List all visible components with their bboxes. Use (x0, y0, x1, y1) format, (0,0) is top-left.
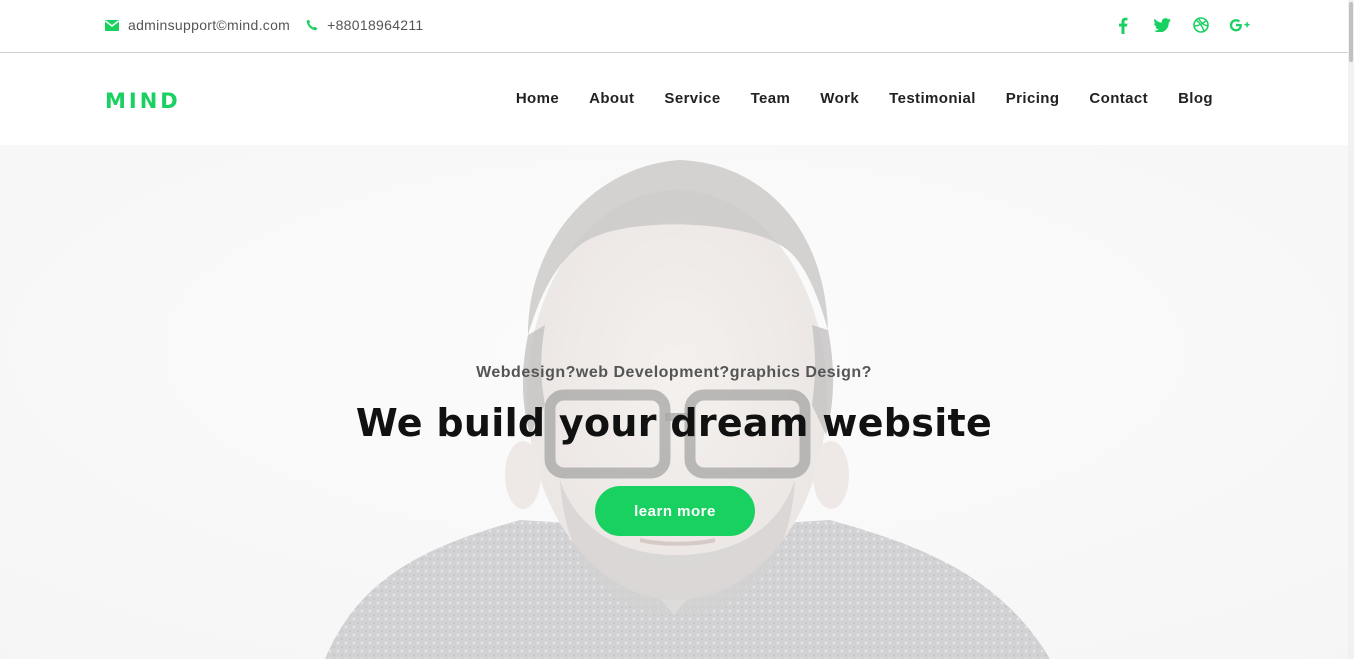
nav-item-contact[interactable]: Contact (1074, 90, 1163, 107)
phone-icon (306, 19, 318, 31)
nav-item-testimonial[interactable]: Testimonial (874, 90, 991, 107)
contact-info: adminsupport©mind.com +88018964211 (105, 17, 424, 33)
nav-item-service[interactable]: Service (649, 90, 735, 107)
nav-item-pricing[interactable]: Pricing (991, 90, 1075, 107)
nav-menu: Home About Service Team Work Testimonial… (501, 90, 1228, 107)
phone-text: +88018964211 (327, 17, 424, 33)
envelope-icon (105, 19, 119, 31)
nav-item-blog[interactable]: Blog (1163, 90, 1228, 107)
page-scrollbar[interactable] (1348, 0, 1354, 659)
nav-item-team[interactable]: Team (736, 90, 806, 107)
nav-item-about[interactable]: About (574, 90, 649, 107)
google-plus-icon[interactable] (1229, 14, 1251, 36)
phone-contact[interactable]: +88018964211 (306, 17, 423, 33)
site-logo[interactable]: MIND (105, 89, 181, 113)
nav-item-work[interactable]: Work (805, 90, 874, 107)
scrollbar-thumb[interactable] (1349, 2, 1353, 62)
top-bar: adminsupport©mind.com +88018964211 (0, 0, 1348, 53)
hero-headline: We build your dream website (355, 401, 993, 445)
email-text: adminsupport©mind.com (128, 17, 291, 33)
facebook-icon[interactable] (1112, 14, 1134, 36)
social-links (1112, 14, 1251, 36)
learn-more-button[interactable]: learn more (595, 486, 755, 536)
email-contact[interactable]: adminsupport©mind.com (105, 17, 290, 33)
twitter-icon[interactable] (1151, 14, 1173, 36)
dribbble-icon[interactable] (1190, 14, 1212, 36)
main-navbar: MIND Home About Service Team Work Testim… (0, 53, 1348, 145)
nav-item-home[interactable]: Home (501, 90, 574, 107)
hero-section: Webdesign?web Development?graphics Desig… (0, 145, 1348, 659)
hero-subtitle: Webdesign?web Development?graphics Desig… (476, 364, 872, 381)
